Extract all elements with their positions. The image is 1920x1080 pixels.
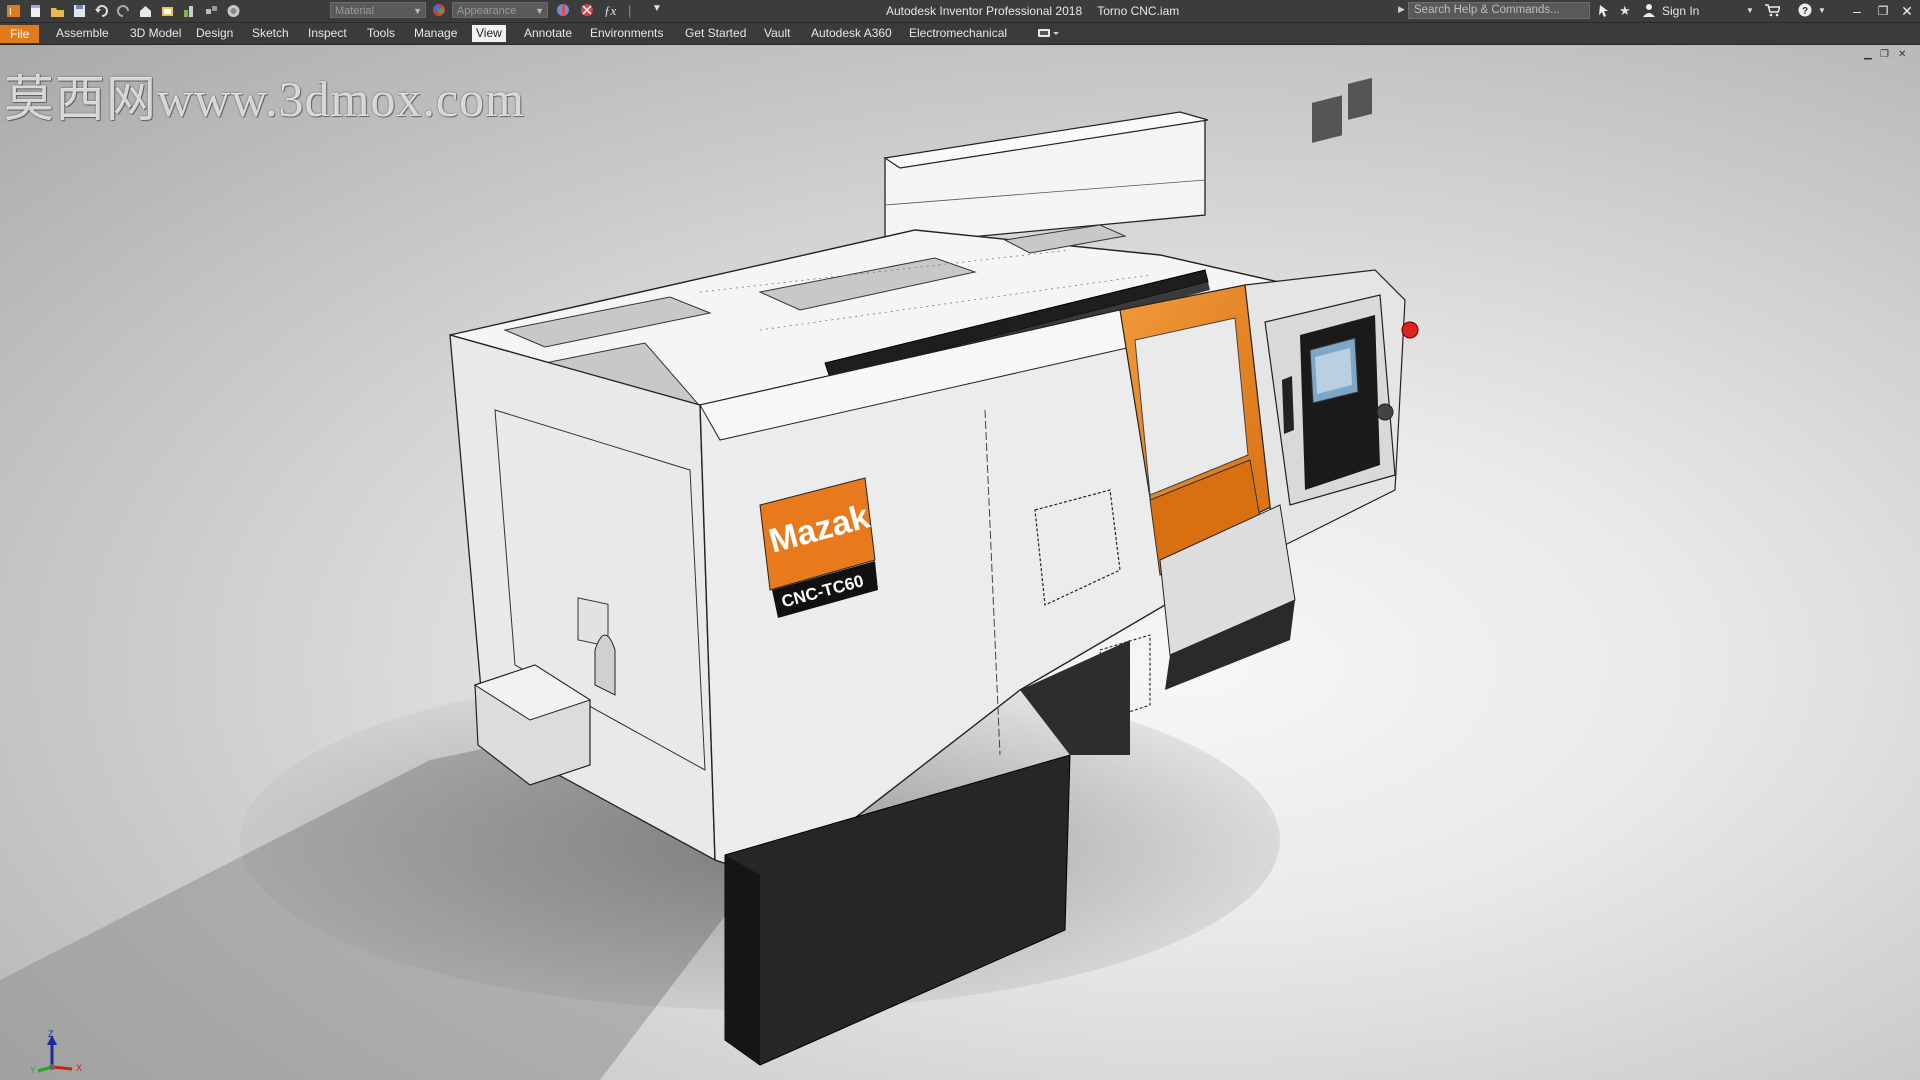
help-chevron-icon[interactable]: ▼ [1818,6,1826,15]
parameters-fx-icon[interactable]: ƒx [604,3,616,19]
material-dropdown-value: Material [335,5,375,17]
measure-icon[interactable] [204,4,219,18]
tab-annotate[interactable]: Annotate [524,26,572,41]
separator-icon: | [628,3,632,18]
search-placeholder: Search Help & Commands... [1414,4,1560,16]
app-name: Autodesk Inventor Professional 2018 [886,4,1083,18]
axis-label-y: Y [30,1065,36,1075]
quick-access-toolbar: I [6,3,241,19]
open-icon[interactable] [50,4,65,18]
appearance-dropdown-value: Appearance [457,5,517,17]
search-binoculars-icon[interactable] [1597,3,1611,20]
sign-in-link[interactable]: Sign In [1662,4,1699,18]
update-icon[interactable] [160,4,175,18]
tab-assemble[interactable]: Assemble [56,26,109,41]
save-icon[interactable] [72,4,87,18]
redo-icon[interactable] [116,4,131,18]
sign-in-chevron-icon[interactable]: ▼ [1746,6,1754,15]
restore-icon[interactable]: ❐ [1872,1,1894,21]
graphics-viewport[interactable]: ▁ ❐ ✕ Mazak CNC-TC60 莫西网www.3dmox.com Z … [0,45,1920,1080]
axis-triad-icon: Z Y X [30,1029,82,1075]
axis-label-z: Z [48,1029,54,1039]
user-icon[interactable] [1642,3,1656,20]
select-filter-icon[interactable] [182,4,197,18]
search-input[interactable]: Search Help & Commands... [1408,2,1590,19]
app-menu-icon[interactable]: I [6,4,21,18]
title-bar: I Material ▼ Appearance ▼ ƒx | ▼ Autodes… [0,0,1920,23]
minimize-icon[interactable]: ‒ [1846,1,1868,21]
tab-view[interactable]: View [472,25,506,42]
tab-design[interactable]: Design [196,26,233,41]
svg-text:?: ? [1802,6,1808,17]
clear-appearance-icon[interactable] [580,3,595,20]
tab-electromechanical[interactable]: Electromechanical [909,26,1007,41]
new-icon[interactable] [28,4,43,18]
home-icon[interactable] [138,4,153,18]
ribbon-display-toggle-icon[interactable] [1037,27,1061,42]
tab-tools[interactable]: Tools [367,26,395,41]
axis-label-x: X [76,1063,82,1073]
appearance-dropdown[interactable]: Appearance ▼ [452,2,548,18]
tab-vault[interactable]: Vault [764,26,790,41]
cart-icon[interactable] [1764,3,1782,20]
tab-file[interactable]: File [0,25,40,43]
chevron-down-icon: ▼ [535,6,544,16]
close-icon[interactable]: ✕ [1896,1,1918,21]
material-dropdown[interactable]: Material ▼ [330,2,426,18]
search-expand-icon[interactable]: ▶ [1398,4,1405,15]
tab-manage[interactable]: Manage [414,26,457,41]
adjust-appearance-icon[interactable] [556,3,571,20]
chevron-down-icon: ▼ [413,6,422,16]
tab-environments[interactable]: Environments [590,26,663,41]
color-globe-icon[interactable] [226,4,241,18]
tab-3d-model[interactable]: 3D Model [130,26,181,41]
ribbon-tab-bar: File Assemble 3D Model Design Sketch Ins… [0,23,1920,45]
tab-inspect[interactable]: Inspect [308,26,347,41]
cnc-lathe-model[interactable]: Mazak CNC-TC60 [0,45,1920,1080]
customize-dropdown-icon[interactable]: ▼ [652,3,662,14]
undo-icon[interactable] [94,4,109,18]
help-icon[interactable]: ? [1798,3,1812,20]
svg-text:I: I [9,7,12,18]
window-title: Autodesk Inventor Professional 2018 Torn… [886,4,1191,18]
emergency-stop-icon [1401,321,1419,339]
tab-sketch[interactable]: Sketch [252,26,289,41]
document-name: Torno CNC.iam [1097,4,1180,18]
favorites-star-icon[interactable]: ★ [1619,3,1631,19]
appearance-sphere-icon [432,3,446,20]
tab-autodesk-a360[interactable]: Autodesk A360 [811,26,892,41]
tab-get-started[interactable]: Get Started [685,26,746,41]
